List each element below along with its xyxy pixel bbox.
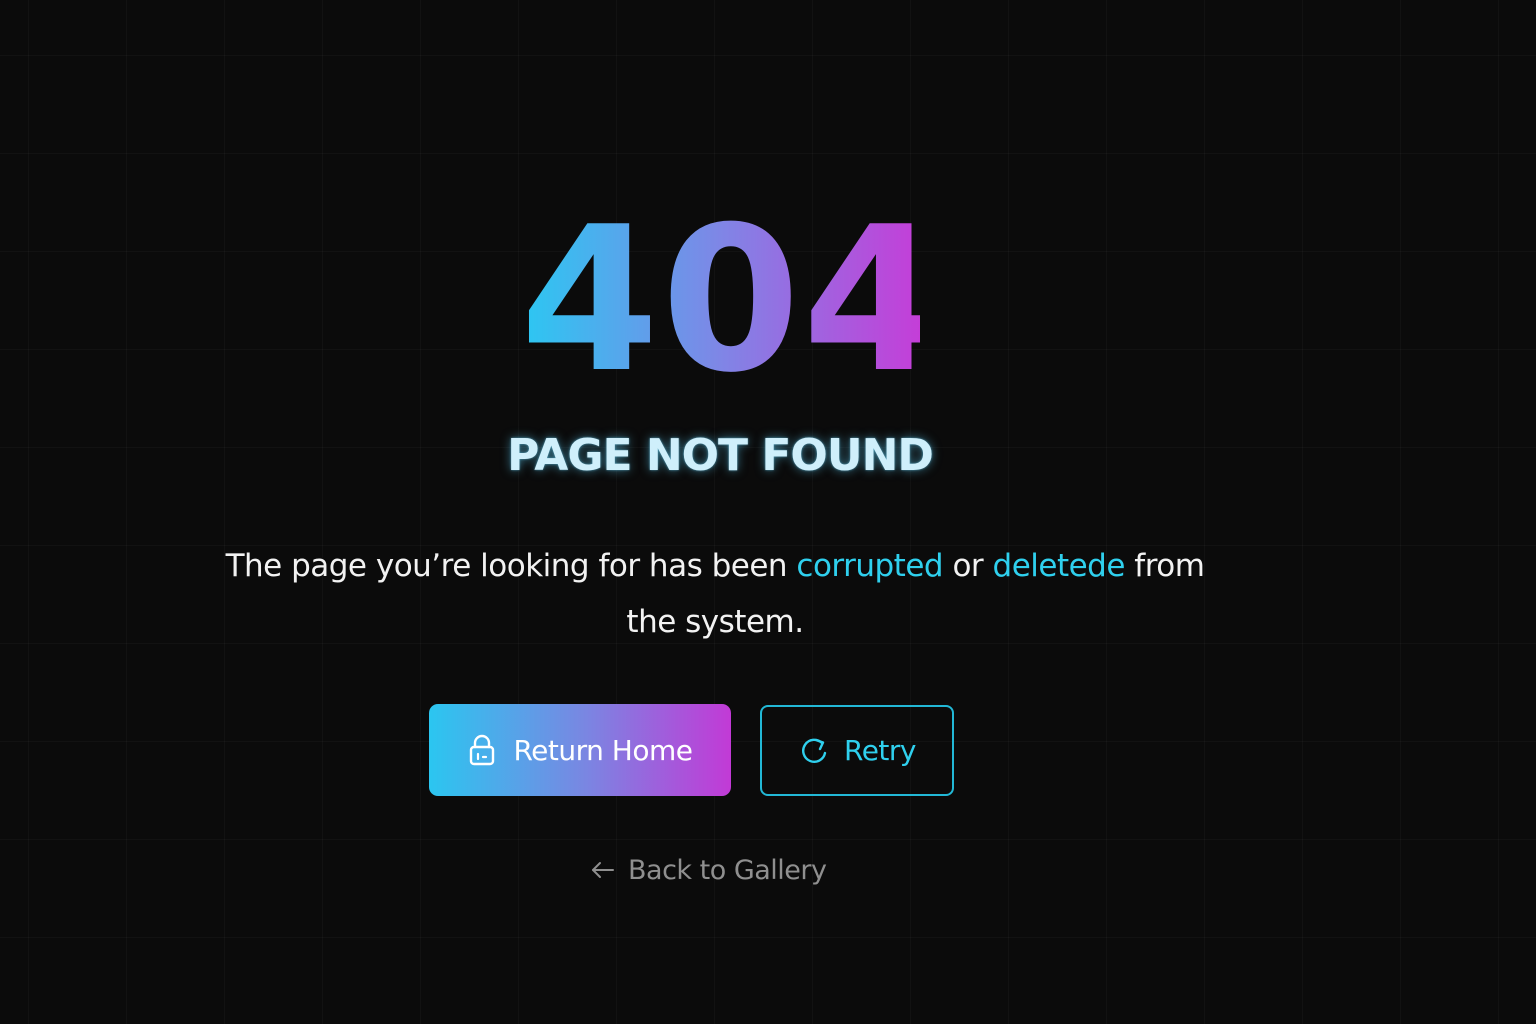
return-home-button[interactable]: Return Home — [429, 704, 731, 796]
error-message: The page you’re looking for has been cor… — [210, 538, 1220, 650]
retry-button[interactable]: Retry — [760, 705, 954, 796]
error-code: 404 — [520, 184, 944, 417]
error-page: 404 PAGE NOT FOUND The page you’re looki… — [0, 0, 1536, 1024]
return-home-label: Return Home — [513, 733, 693, 767]
message-text: or — [943, 548, 993, 584]
page-title: PAGE NOT FOUND — [507, 430, 934, 481]
retry-label: Retry — [844, 734, 916, 767]
back-to-gallery-link[interactable]: Back to Gallery — [590, 848, 827, 892]
message-highlight-corrupted: corrupted — [796, 548, 944, 584]
message-text: The page you’re looking for has been — [225, 548, 797, 584]
lock-icon — [467, 733, 497, 767]
back-to-gallery-label: Back to Gallery — [628, 854, 827, 886]
refresh-icon — [798, 734, 830, 768]
arrow-left-icon — [590, 860, 616, 880]
message-highlight-deleted: deletede — [992, 548, 1126, 584]
